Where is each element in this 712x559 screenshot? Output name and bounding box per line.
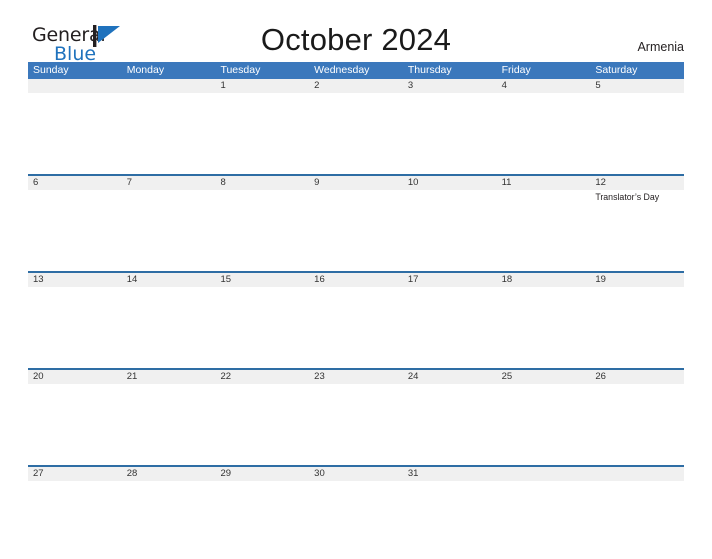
calendar-day-cell[interactable] <box>403 384 497 465</box>
date-number[interactable]: 13 <box>28 273 122 287</box>
calendar-day-cell-empty <box>122 93 216 174</box>
calendar-day-cell[interactable] <box>28 481 122 559</box>
calendar-day-cell[interactable] <box>309 93 403 174</box>
calendar-day-cell[interactable] <box>497 287 591 368</box>
weekday-header-wednesday: Wednesday <box>314 64 370 76</box>
calendar-day-cell[interactable]: Translator’s Day <box>590 190 684 271</box>
calendar-page: General Blue October 2024 Armenia Sunday… <box>0 0 712 559</box>
date-number[interactable]: 7 <box>122 176 216 190</box>
calendar-day-cell-empty <box>590 481 684 559</box>
date-number[interactable]: 15 <box>215 273 309 287</box>
calendar-day-cell[interactable] <box>122 190 216 271</box>
calendar-day-cell[interactable] <box>497 93 591 174</box>
date-number[interactable]: 3 <box>403 79 497 93</box>
calendar-day-cell[interactable] <box>122 384 216 465</box>
date-number[interactable]: 14 <box>122 273 216 287</box>
date-number[interactable]: 1 <box>215 79 309 93</box>
date-number[interactable]: 10 <box>403 176 497 190</box>
date-number[interactable]: 6 <box>28 176 122 190</box>
date-number[interactable]: 9 <box>309 176 403 190</box>
calendar-day-cell-empty <box>497 481 591 559</box>
week-body-row <box>28 481 684 559</box>
date-number[interactable]: 8 <box>215 176 309 190</box>
calendar-day-cell[interactable] <box>309 287 403 368</box>
week-body-row <box>28 287 684 368</box>
date-number[interactable]: 18 <box>497 273 591 287</box>
calendar-grid: Sunday Monday Tuesday Wednesday Thursday Frid… <box>28 62 684 559</box>
weekday-header-monday: Monday <box>126 64 165 76</box>
date-number-empty <box>497 467 591 481</box>
calendar-day-cell[interactable] <box>122 481 216 559</box>
date-number[interactable]: 2 <box>309 79 403 93</box>
date-number-empty <box>122 79 216 93</box>
calendar-day-cell[interactable] <box>28 384 122 465</box>
calendar-day-cell[interactable] <box>403 287 497 368</box>
date-number[interactable]: 25 <box>497 370 591 384</box>
calendar-day-cell[interactable] <box>309 190 403 271</box>
date-number[interactable]: 31 <box>403 467 497 481</box>
calendar-day-cell[interactable] <box>215 93 309 174</box>
calendar-week-row: 20 21 22 23 24 25 26 <box>28 368 684 465</box>
week-body-row <box>28 93 684 174</box>
calendar-week-row: 12345 <box>28 79 684 174</box>
date-number[interactable]: 16 <box>309 273 403 287</box>
calendar-day-cell[interactable] <box>590 93 684 174</box>
weekday-header-tuesday: Tuesday <box>220 64 261 76</box>
date-number[interactable]: 19 <box>590 273 684 287</box>
calendar-day-cell[interactable] <box>403 190 497 271</box>
weekday-header-thursday: Thursday <box>407 64 452 76</box>
date-number[interactable]: 17 <box>403 273 497 287</box>
calendar-day-cell[interactable] <box>590 287 684 368</box>
calendar-day-cell[interactable] <box>403 481 497 559</box>
calendar-week-row: 13 14 15 16 17 18 19 <box>28 271 684 368</box>
calendar-day-cell[interactable] <box>28 287 122 368</box>
page-header: General Blue October 2024 Armenia <box>28 0 684 64</box>
date-number[interactable]: 21 <box>122 370 216 384</box>
calendar-day-cell[interactable] <box>590 384 684 465</box>
page-title: October 2024 <box>260 22 452 57</box>
date-number[interactable]: 28 <box>122 467 216 481</box>
date-number[interactable]: 29 <box>215 467 309 481</box>
holiday-event-label: Translator’s Day <box>595 192 660 202</box>
calendar-weeks: 1 2 3 4 5 6 7 8 9 10 11 12 Translator’s Day 13 14 15 16 1… <box>28 79 684 559</box>
date-number[interactable]: 24 <box>403 370 497 384</box>
date-number[interactable]: 27 <box>28 467 122 481</box>
date-number[interactable]: 12 <box>590 176 684 190</box>
date-number-empty <box>590 467 684 481</box>
date-number[interactable]: 30 <box>309 467 403 481</box>
calendar-day-cell[interactable] <box>215 481 309 559</box>
weekday-header-saturday: Saturday <box>595 64 638 76</box>
date-number[interactable]: 5 <box>590 79 684 93</box>
date-number-stripe: 6 7 8 9 10 11 12 <box>28 176 684 190</box>
calendar-day-cell[interactable] <box>215 287 309 368</box>
calendar-day-cell[interactable] <box>28 190 122 271</box>
calendar-day-cell[interactable] <box>215 190 309 271</box>
date-number-stripe: 13 14 15 16 17 18 19 <box>28 273 684 287</box>
calendar-day-cell[interactable] <box>215 384 309 465</box>
date-number-stripe: 20 21 22 23 24 25 26 <box>28 370 684 384</box>
location-label: Armenia <box>637 40 684 54</box>
calendar-week-row: 6 7 8 9 10 11 12 Translator’s Day <box>28 174 684 271</box>
calendar-day-cell[interactable] <box>122 287 216 368</box>
calendar-day-cell[interactable] <box>309 384 403 465</box>
date-number[interactable]: 22 <box>215 370 309 384</box>
date-number[interactable]: 20 <box>28 370 122 384</box>
calendar-day-cell[interactable] <box>403 93 497 174</box>
date-number-empty <box>28 79 122 93</box>
calendar-day-cell[interactable] <box>309 481 403 559</box>
calendar-week-row: 27 28 29 30 31 <box>28 465 684 559</box>
calendar-day-cell[interactable] <box>497 190 591 271</box>
date-number[interactable]: 26 <box>590 370 684 384</box>
calendar-day-cell[interactable] <box>497 384 591 465</box>
week-body-row: Translator’s Day <box>28 190 684 271</box>
week-body-row <box>28 384 684 465</box>
calendar-day-cell-empty <box>28 93 122 174</box>
date-number[interactable]: 11 <box>497 176 591 190</box>
date-number-stripe: 27 28 29 30 31 <box>28 467 684 481</box>
date-number[interactable]: 4 <box>497 79 591 93</box>
weekday-header-friday: Friday <box>501 64 531 76</box>
date-number[interactable]: 23 <box>309 370 403 384</box>
date-number-stripe: 12345 <box>28 79 684 93</box>
